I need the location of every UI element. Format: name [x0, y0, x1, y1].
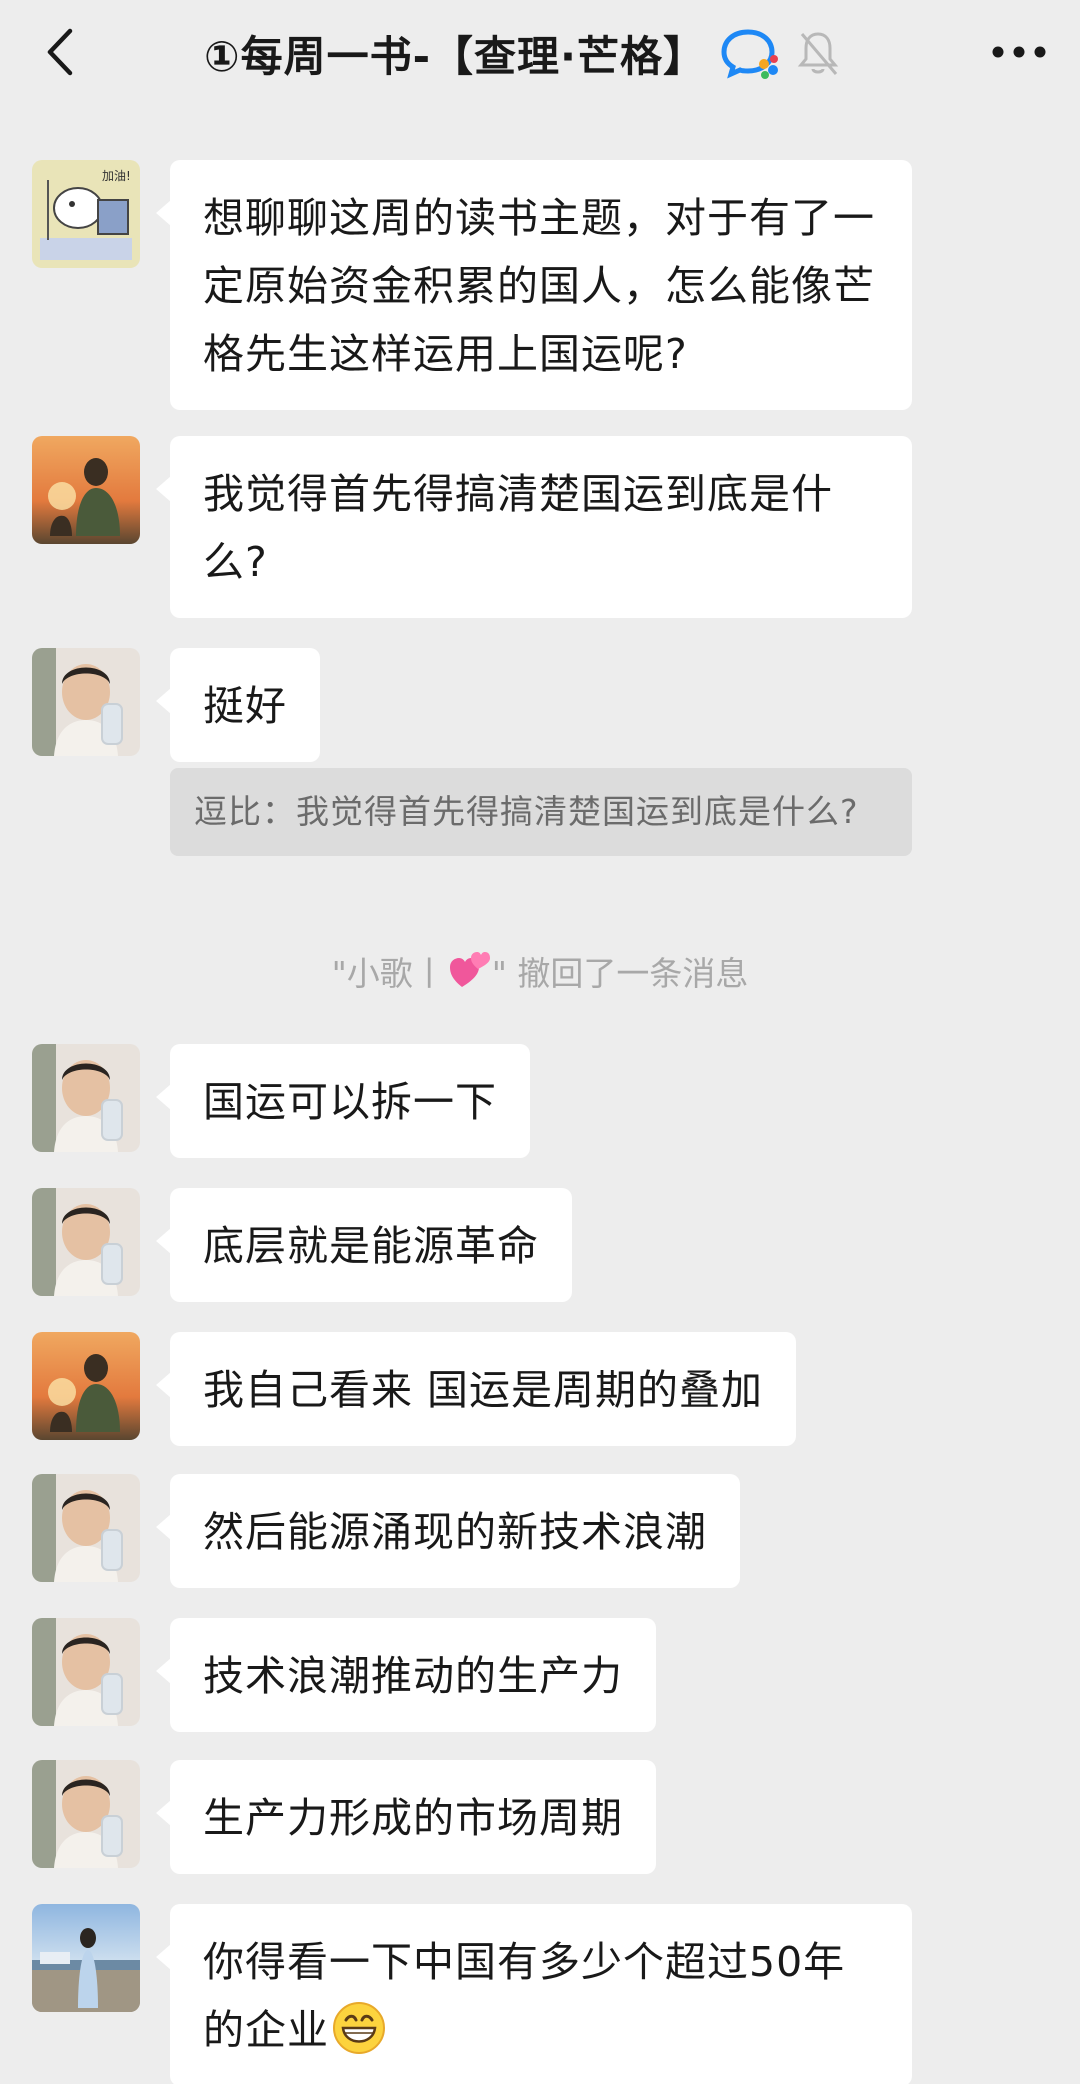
man-avatar-image — [32, 1474, 140, 1582]
man-avatar-image — [32, 648, 140, 756]
man-avatar-image — [32, 1188, 140, 1296]
message-text: 然后能源涌现的新技术浪潮 — [203, 1508, 707, 1556]
bell-muted-icon — [797, 32, 839, 75]
avatar[interactable] — [32, 1904, 140, 2012]
recall-name-suffix: " — [491, 954, 507, 993]
quoted-reply[interactable]: 逗比：我觉得首先得搞清楚国运到底是什么? — [170, 768, 912, 856]
message-text: 我觉得首先得搞清楚国运到底是什么? — [203, 470, 833, 586]
message-bubble[interactable]: 想聊聊这周的读书主题，对于有了一定原始资金积累的国人，怎么能像芒格先生这样运用上… — [156, 160, 912, 410]
man-avatar-image — [32, 1618, 140, 1726]
message-bubble[interactable]: 你得看一下中国有多少个超过50年的企业 — [156, 1904, 912, 2084]
avatar[interactable] — [32, 1044, 140, 1152]
recall-name-prefix: "小歌丨 — [331, 954, 446, 993]
message-text: 国运可以拆一下 — [203, 1078, 497, 1126]
chat-header: ①每周一书-【查理·芒格】 — [0, 0, 1080, 106]
message-text: 我自己看来 国运是周期的叠加 — [203, 1366, 764, 1414]
two-hearts-emoji — [449, 952, 490, 987]
chevron-left-icon — [47, 28, 73, 76]
message-text: 底层就是能源革命 — [203, 1222, 539, 1270]
message-text: 想聊聊这周的读书主题，对于有了一定原始资金积累的国人，怎么能像芒格先生这样运用上… — [203, 194, 875, 378]
avatar[interactable]: 加油! — [32, 160, 140, 268]
more-options-button[interactable] — [984, 24, 1054, 80]
sunset-avatar-image — [32, 436, 140, 544]
recall-action-text: 撤回了一条消息 — [506, 954, 749, 993]
message-bubble[interactable]: 底层就是能源革命 — [156, 1188, 572, 1302]
quoted-text: 逗比：我觉得首先得搞清楚国运到底是什么? — [194, 792, 859, 831]
message-text: 生产力形成的市场周期 — [203, 1794, 623, 1842]
chat-title: ①每周一书-【查理·芒格】 — [204, 31, 706, 81]
grinning-face-emoji — [333, 2002, 385, 2054]
message-bubble[interactable]: 我觉得首先得搞清楚国运到底是什么? — [156, 436, 912, 618]
sunset-avatar-image — [32, 1332, 140, 1440]
cartoon-avatar-image: 加油! — [32, 160, 140, 268]
message-text: 挺好 — [203, 682, 287, 730]
avatar[interactable] — [32, 1474, 140, 1582]
more-horizontal-icon — [992, 46, 1046, 58]
message-bubble[interactable]: 然后能源涌现的新技术浪潮 — [156, 1474, 740, 1588]
woman-avatar-image — [32, 1904, 140, 2012]
wecom-chat-icon — [721, 29, 778, 79]
avatar[interactable] — [32, 1188, 140, 1296]
message-text: 技术浪潮推动的生产力 — [203, 1652, 623, 1700]
avatar[interactable] — [32, 1618, 140, 1726]
message-bubble[interactable]: 我自己看来 国运是周期的叠加 — [155, 1332, 797, 1446]
avatar[interactable] — [32, 1332, 140, 1440]
man-avatar-image — [32, 1044, 140, 1152]
avatar[interactable] — [32, 1760, 140, 1868]
avatar[interactable] — [32, 648, 140, 756]
man-avatar-image — [32, 1760, 140, 1868]
svg-text:加油!: 加油! — [102, 169, 131, 183]
message-bubble[interactable]: 挺好 — [156, 648, 320, 762]
message-text: 你得看一下中国有多少个超过50年的企业 — [203, 1938, 846, 2054]
message-bubble[interactable]: 国运可以拆一下 — [156, 1044, 530, 1158]
avatar[interactable] — [32, 436, 140, 544]
back-button[interactable] — [30, 22, 90, 82]
recall-notice: "小歌丨 " 撤回了一条消息 — [0, 946, 1080, 1002]
message-bubble[interactable]: 生产力形成的市场周期 — [156, 1760, 656, 1874]
message-bubble[interactable]: 技术浪潮推动的生产力 — [156, 1618, 656, 1732]
